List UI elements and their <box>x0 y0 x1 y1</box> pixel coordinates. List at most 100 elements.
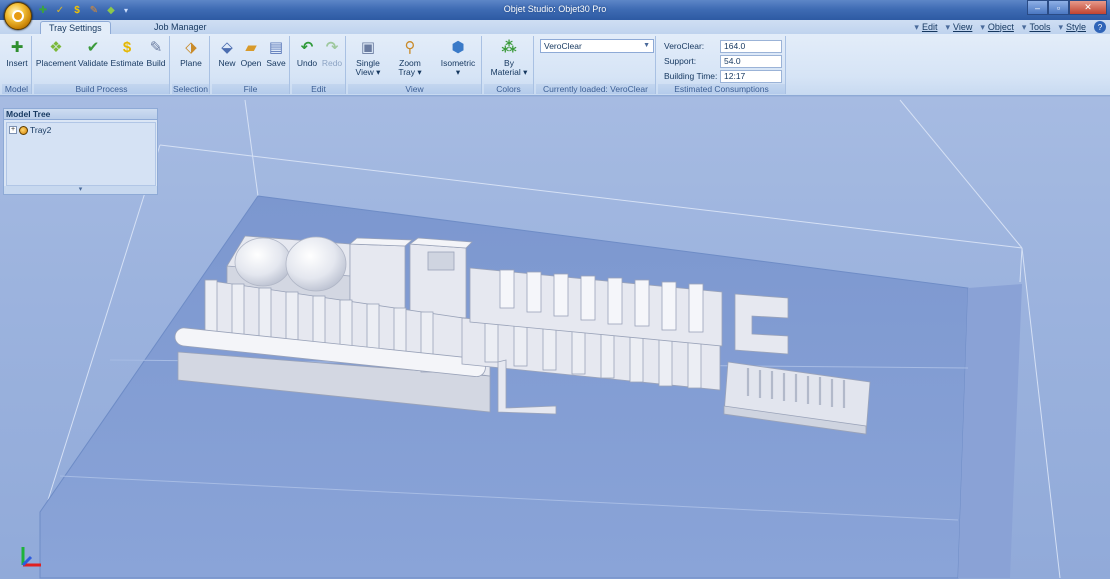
expand-icon[interactable]: + <box>9 126 17 134</box>
zoom-tray-label-2: Tray ▾ <box>398 67 422 77</box>
material-select[interactable]: VeroClear ▼ <box>540 39 654 53</box>
group-currently-loaded: VeroClear ▼ Currently loaded: VeroClear <box>536 36 656 94</box>
right-menu: Edit View Object Tools Style ? <box>914 21 1106 33</box>
tree-item-label: Tray2 <box>30 125 52 135</box>
tab-tray-settings[interactable]: Tray Settings <box>40 21 111 34</box>
help-icon[interactable]: ? <box>1094 21 1106 33</box>
consumption-row-veroclear: VeroClear: 164.0 <box>664 39 782 53</box>
group-label-edit: Edit <box>292 84 345 94</box>
ribbon-tab-row: Tray Settings Job Manager Edit View Obje… <box>0 20 1110 34</box>
group-label-currently-loaded: Currently loaded: VeroClear <box>536 84 655 94</box>
consumption-value: 54.0 <box>720 54 782 68</box>
insert-label: Insert <box>6 58 28 68</box>
build-tray <box>39 195 1022 579</box>
plane-button[interactable]: ⬗ Plane <box>176 38 206 78</box>
group-model: ✚ Insert Model <box>2 36 32 94</box>
close-button[interactable]: ✕ <box>1069 0 1107 15</box>
undo-button[interactable]: ↶ Undo <box>295 38 319 78</box>
quick-access-dropdown[interactable]: ▾ <box>121 3 131 17</box>
zoom-tray-button[interactable]: ⚲ Zoom Tray ▾ <box>396 38 424 78</box>
single-view-icon: ▣ <box>360 38 376 56</box>
group-selection: ⬗ Plane Selection <box>172 36 210 94</box>
estimate-icon: $ <box>122 38 132 56</box>
plane-label: Plane <box>180 58 202 68</box>
build-icon[interactable]: ✎ <box>87 3 101 17</box>
window-title: Objet Studio: Objet30 Pro <box>503 4 607 14</box>
build-button[interactable]: ✎ Build <box>144 38 168 78</box>
validate-icon: ✔ <box>86 38 100 56</box>
placement-icon: ❖ <box>49 38 63 56</box>
single-view-label-2: View ▾ <box>355 67 381 77</box>
group-label-colors: Colors <box>484 84 533 94</box>
insert-icon: ✚ <box>10 38 24 56</box>
open-icon: ▰ <box>245 38 257 56</box>
menu-edit[interactable]: Edit <box>914 22 938 33</box>
zoom-icon: ⚲ <box>404 38 416 56</box>
model-tree-title: Model Tree <box>4 109 157 120</box>
model-tree-collapse-icon[interactable]: ▾ <box>4 186 157 194</box>
tree-item-tray[interactable]: + Tray2 <box>9 125 51 135</box>
open-label: Open <box>240 58 262 68</box>
open-button[interactable]: ▰ Open <box>240 38 262 78</box>
new-button[interactable]: ⬙ New <box>216 38 238 78</box>
menu-object[interactable]: Object <box>980 22 1014 33</box>
model-tree-body: + Tray2 <box>6 122 156 186</box>
consumption-label: Building Time: <box>664 71 718 81</box>
consumption-row-building-time: Building Time: 12:17 <box>664 69 782 83</box>
orb-ring-icon <box>12 10 24 22</box>
redo-label: Redo <box>321 58 343 68</box>
group-build-process: ❖ Placement ✔ Validate $ Estimate ✎ Buil… <box>34 36 170 94</box>
minimize-button[interactable]: – <box>1027 0 1048 15</box>
group-label-file: File <box>212 84 289 94</box>
consumption-value: 12:17 <box>720 69 782 83</box>
placement-icon[interactable]: ◆ <box>104 3 118 17</box>
isometric-label-2: ▾ <box>455 67 461 77</box>
window-controls: – ▫ ✕ <box>1027 0 1107 15</box>
consumption-label: VeroClear: <box>664 41 705 51</box>
build-label: Build <box>146 58 166 68</box>
by-material-icon: ⁂ <box>501 38 517 56</box>
save-label: Save <box>266 58 286 68</box>
material-select-value: VeroClear <box>544 41 582 51</box>
new-label: New <box>218 58 236 68</box>
group-label-model: Model <box>2 84 31 94</box>
tray-scene[interactable] <box>0 97 1110 579</box>
validate-icon[interactable]: ✓ <box>53 3 67 17</box>
consumption-row-support: Support: 54.0 <box>664 54 782 68</box>
estimate-button[interactable]: $ Estimate <box>110 38 144 78</box>
isometric-button[interactable]: ⬢ Isometric ▾ <box>438 38 478 78</box>
build-process-icon[interactable]: ✚ <box>36 3 50 17</box>
consumption-label: Support: <box>664 56 697 66</box>
estimate-icon[interactable]: $ <box>70 3 84 17</box>
save-button[interactable]: ▤ Save <box>264 38 288 78</box>
validate-label: Validate <box>77 58 109 68</box>
menu-style[interactable]: Style <box>1058 22 1086 33</box>
menu-tools[interactable]: Tools <box>1022 22 1050 33</box>
tab-job-manager[interactable]: Job Manager <box>146 21 215 34</box>
validate-button[interactable]: ✔ Validate <box>77 38 109 78</box>
3d-viewport[interactable] <box>0 97 1110 579</box>
consumption-value: 164.0 <box>720 39 782 53</box>
group-view: ▣ Single View ▾ ⚲ Zoom Tray ▾ ⬢ Isometri… <box>348 36 482 94</box>
estimate-label: Estimate <box>110 58 144 68</box>
group-file: ⬙ New ▰ Open ▤ Save File <box>212 36 290 94</box>
redo-icon: ↷ <box>325 38 339 56</box>
group-edit: ↶ Undo ↷ Redo Edit <box>292 36 346 94</box>
save-icon: ▤ <box>268 38 284 56</box>
placement-button[interactable]: ❖ Placement <box>35 38 77 78</box>
restore-button[interactable]: ▫ <box>1048 0 1069 15</box>
single-view-button[interactable]: ▣ Single View ▾ <box>354 38 382 78</box>
undo-label: Undo <box>296 58 318 68</box>
group-label-selection: Selection <box>172 84 209 94</box>
menu-view[interactable]: View <box>945 22 972 33</box>
by-material-button[interactable]: ⁂ By Material ▾ <box>488 38 530 78</box>
placement-label: Placement <box>35 58 77 68</box>
insert-button[interactable]: ✚ Insert <box>4 38 30 78</box>
redo-button[interactable]: ↷ Redo <box>320 38 344 78</box>
group-label-build-process: Build Process <box>34 84 169 94</box>
plane-icon: ⬗ <box>185 38 197 56</box>
chevron-down-icon: ▼ <box>643 42 650 49</box>
model-tree-panel: Model Tree + Tray2 ▾ <box>3 108 158 195</box>
application-button[interactable] <box>4 2 32 30</box>
group-label-estimated-consumptions: Estimated Consumptions <box>658 84 785 94</box>
